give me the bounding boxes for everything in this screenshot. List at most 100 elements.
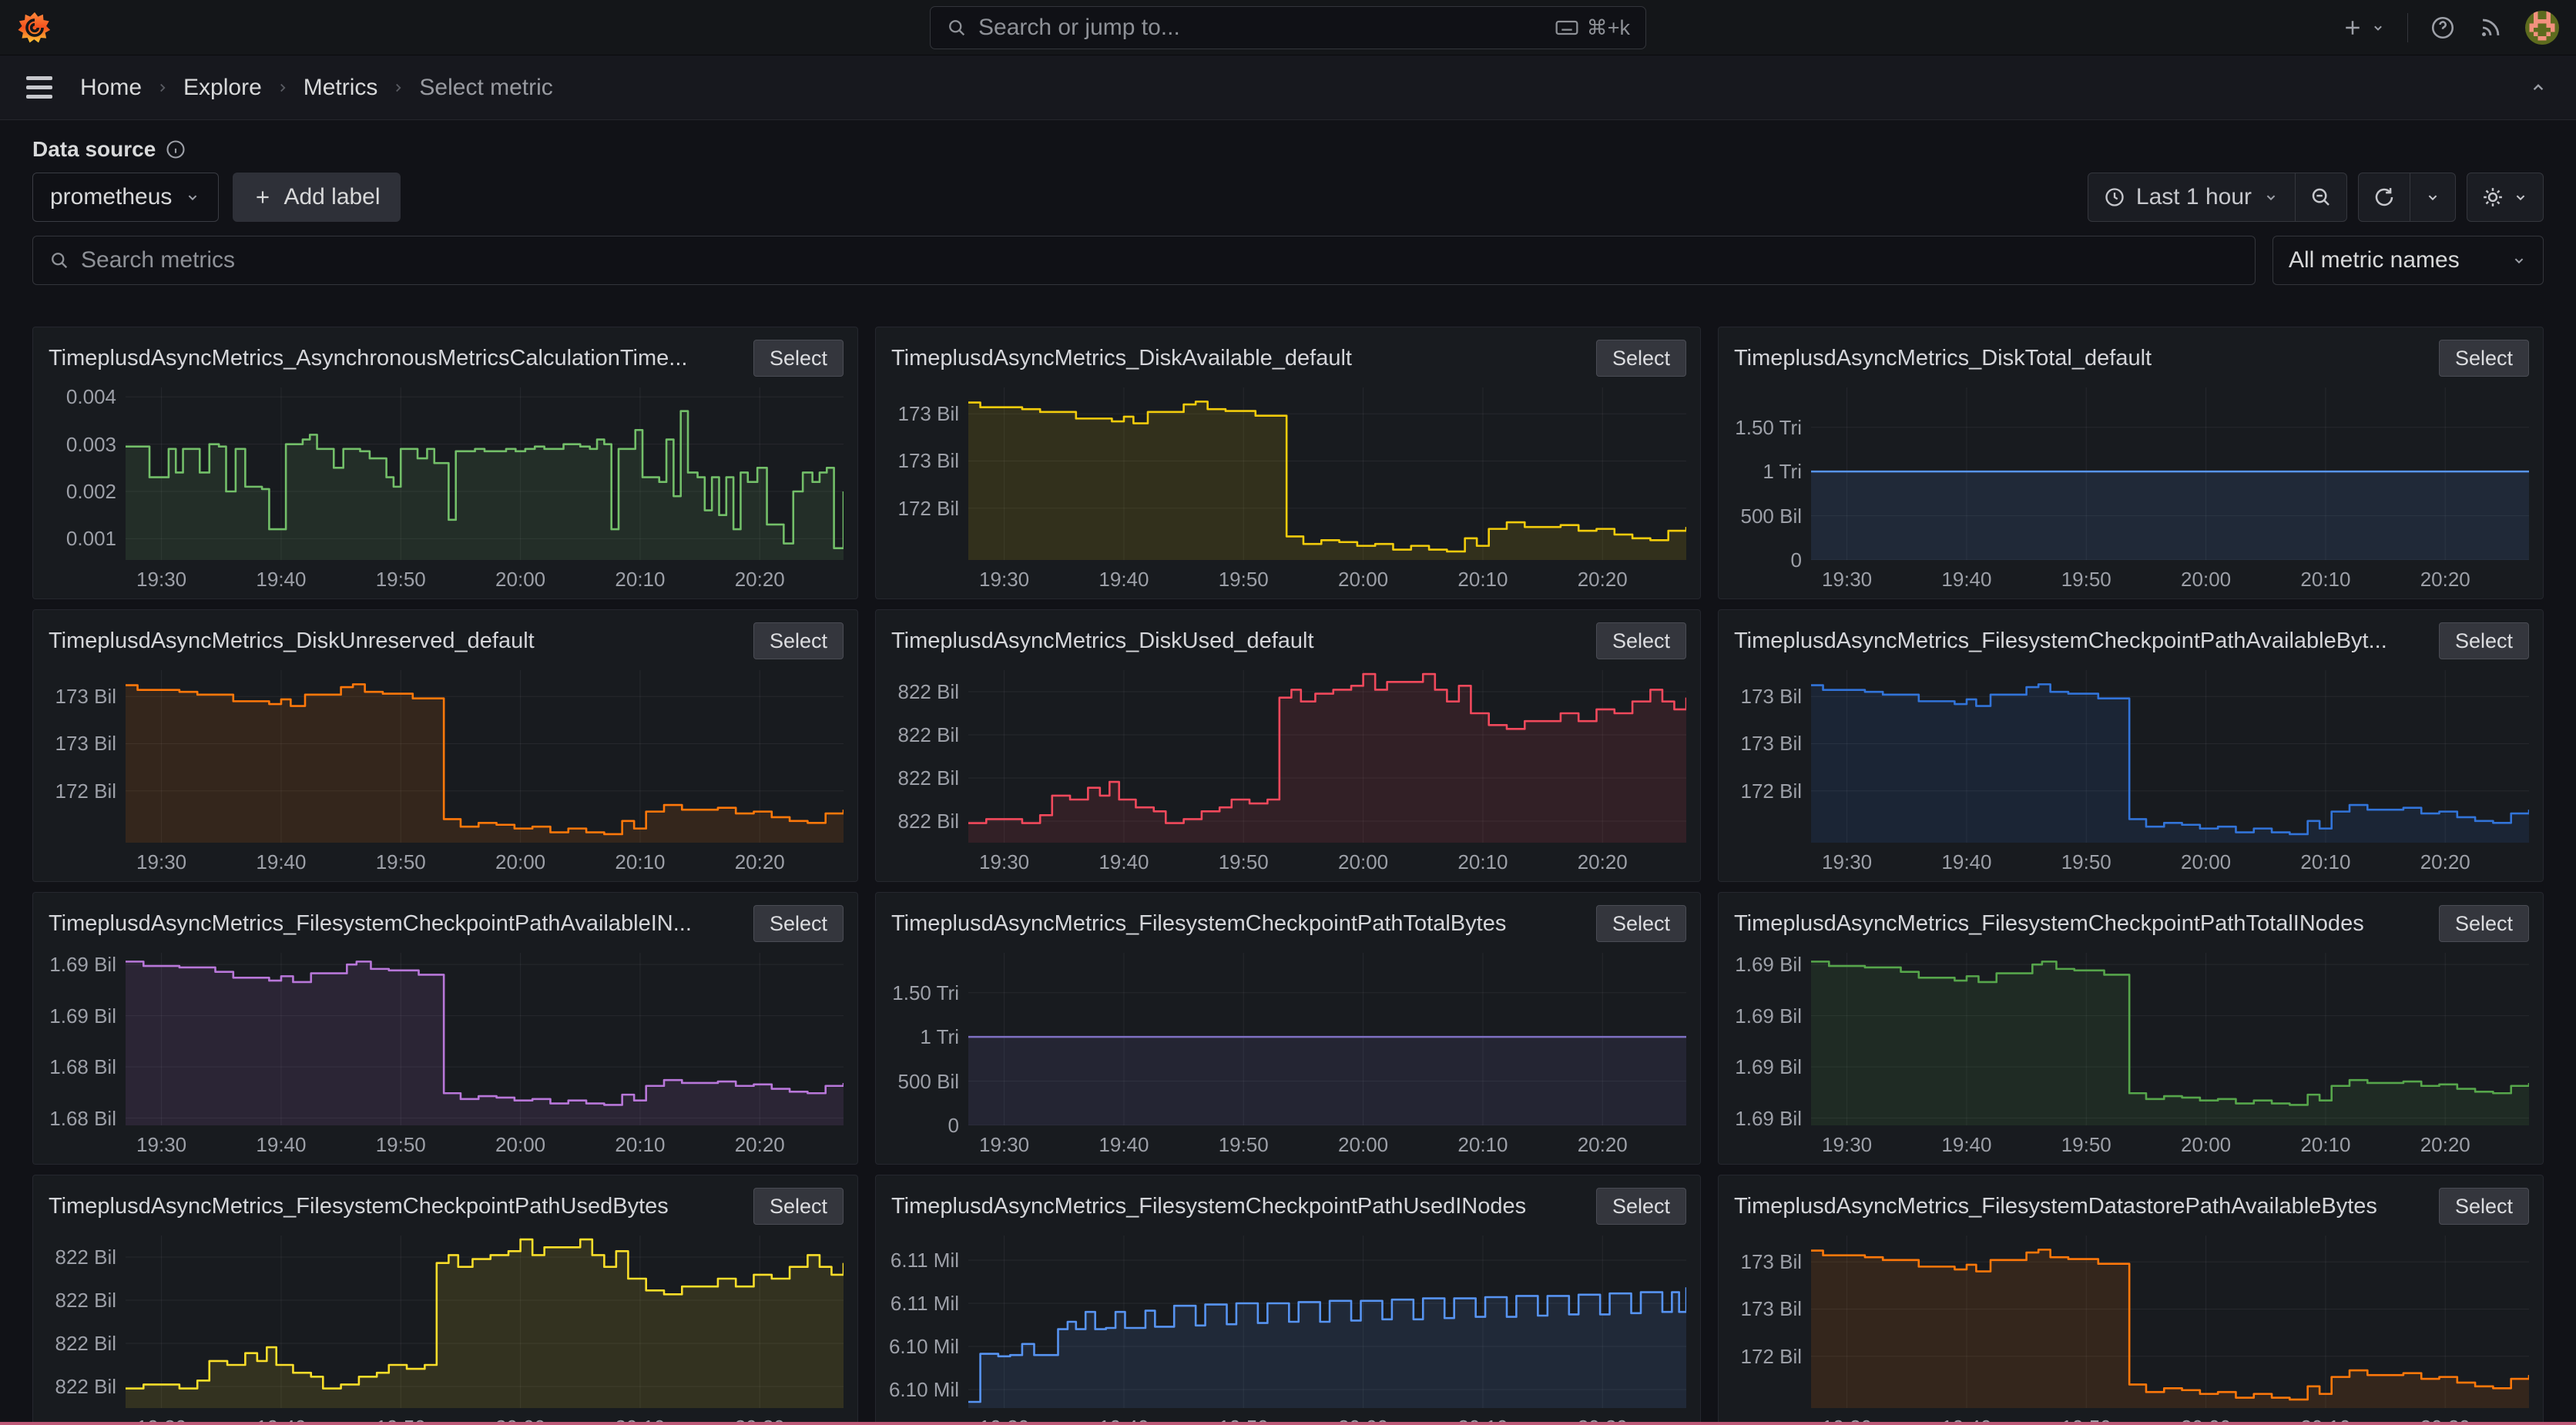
y-tick-label: 1.69 Bil (1735, 1055, 1802, 1079)
time-range-picker[interactable]: Last 1 hour (2088, 173, 2295, 221)
chart-plot-area[interactable] (968, 953, 1686, 1125)
keyboard-shortcut-hint: ⌘+k (1555, 15, 1630, 40)
breadcrumb-home[interactable]: Home (80, 75, 142, 101)
metric-card: TimeplusdAsyncMetrics_FilesystemDatastor… (1718, 1175, 2544, 1425)
refresh-interval-dropdown[interactable] (2410, 173, 2455, 221)
plus-icon (253, 187, 273, 207)
y-tick-label: 173 Bil (1740, 685, 1803, 709)
y-tick-label: 1.50 Tri (1735, 415, 1802, 439)
chart-x-axis: 19:30 19:40 19:50 20:00 20:10 20:20 (968, 1125, 1686, 1159)
select-metric-button[interactable]: Select (1595, 340, 1686, 377)
select-metric-button[interactable]: Select (2438, 622, 2529, 659)
metric-preview-chart: 1.50 Tri 1 Tri 500 Bil 0 19:30 19:40 19:50 20:… (1725, 387, 2529, 594)
chart-x-axis: 19:30 19:40 19:50 20:00 20:10 20:20 (126, 1125, 844, 1159)
x-tick-label: 19:30 (136, 1133, 187, 1156)
select-metric-button[interactable]: Select (2438, 1188, 2529, 1225)
select-metric-button[interactable]: Select (2438, 340, 2529, 377)
data-source-picker[interactable]: prometheus (32, 173, 220, 222)
chart-plot-area[interactable] (126, 953, 844, 1125)
select-metric-button[interactable]: Select (1595, 622, 1686, 659)
help-icon[interactable] (2430, 15, 2456, 41)
y-tick-label: 500 Bil (1740, 504, 1803, 528)
x-tick-label: 19:40 (256, 1133, 307, 1156)
breadcrumb-explore[interactable]: Explore (183, 75, 262, 101)
y-tick-label: 173 Bil (1740, 732, 1803, 756)
user-avatar[interactable] (2525, 11, 2559, 45)
add-label-button[interactable]: Add label (233, 173, 401, 222)
chevron-up-icon[interactable] (2528, 78, 2548, 98)
x-tick-label: 20:00 (2181, 1133, 2232, 1156)
search-metrics-placeholder: Search metrics (81, 247, 236, 273)
chart-plot-area[interactable] (1811, 953, 2529, 1125)
chart-plot-area[interactable] (1811, 1236, 2529, 1408)
x-tick-label: 19:50 (2061, 568, 2111, 591)
y-tick-label: 172 Bil (55, 779, 117, 803)
clock-icon (2104, 186, 2125, 208)
x-tick-label: 20:20 (734, 850, 785, 873)
select-metric-button[interactable]: Select (753, 1188, 844, 1225)
x-tick-label: 20:00 (1338, 568, 1389, 591)
metric-title: TimeplusdAsyncMetrics_FilesystemCheckpoi… (891, 911, 1507, 936)
chart-plot-area[interactable] (968, 1236, 1686, 1408)
chart-x-axis: 19:30 19:40 19:50 20:00 20:10 20:20 (126, 843, 844, 877)
y-tick-label: 1.69 Bil (1735, 953, 1802, 977)
keyboard-icon (1555, 15, 1579, 40)
chart-plot-area[interactable] (126, 670, 844, 843)
x-tick-label: 20:10 (1457, 1133, 1508, 1156)
chart-plot-area[interactable] (126, 387, 844, 560)
metric-names-filter-select[interactable]: All metric names (2272, 236, 2544, 285)
news-rss-icon[interactable] (2477, 15, 2504, 41)
data-source-value: prometheus (50, 184, 173, 210)
y-tick-label: 0 (948, 1114, 959, 1137)
metric-preview-chart: 173 Bil173 Bil172 Bil 19:3019:4019:5020:… (1725, 1236, 2529, 1425)
x-tick-label: 19:50 (1218, 850, 1269, 873)
select-metric-button[interactable]: Select (753, 622, 844, 659)
metric-title: TimeplusdAsyncMetrics_DiskTotal_default (1734, 346, 2152, 370)
select-metric-button[interactable]: Select (753, 340, 844, 377)
refresh-button[interactable] (2359, 173, 2410, 221)
zoom-out-button[interactable] (2296, 173, 2346, 221)
x-tick-label: 19:30 (979, 1133, 1030, 1156)
chart-plot-area[interactable] (968, 387, 1686, 560)
y-tick-label: 173 Bil (55, 732, 117, 756)
settings-button[interactable] (2467, 173, 2543, 221)
add-new-button[interactable] (2341, 16, 2386, 39)
y-tick-label: 822 Bil (897, 810, 960, 833)
chart-y-axis: 173 Bil 173 Bil 172 Bil (1725, 670, 1811, 843)
data-source-label: Data source (32, 137, 156, 161)
grafana-logo-icon[interactable] (17, 10, 52, 45)
chart-y-axis: 173 Bil 173 Bil 172 Bil (39, 670, 126, 843)
chart-y-axis: 173 Bil 173 Bil 172 Bil (1725, 1236, 1811, 1408)
metric-card: TimeplusdAsyncMetrics_FilesystemCheckpoi… (1718, 892, 2544, 1165)
breadcrumb-metrics[interactable]: Metrics (304, 75, 378, 101)
x-tick-label: 20:00 (2181, 568, 2232, 591)
refresh-icon (2373, 186, 2396, 209)
chart-plot-area[interactable] (968, 670, 1686, 843)
select-metric-button[interactable]: Select (753, 905, 844, 942)
menu-icon[interactable] (26, 76, 52, 99)
chart-plot-area[interactable] (1811, 387, 2529, 560)
chart-plot-area[interactable] (1811, 670, 2529, 843)
chart-x-axis: 19:30 19:40 19:50 20:00 20:10 20:20 (1811, 560, 2529, 594)
metric-names-filter-value: All metric names (2289, 247, 2460, 273)
x-tick-label: 19:40 (1098, 850, 1149, 873)
chart-plot-area[interactable] (126, 1236, 844, 1408)
topnav-divider (2407, 13, 2408, 42)
x-tick-label: 19:50 (2061, 1133, 2111, 1156)
y-tick-label: 6.10 Mil (888, 1335, 959, 1358)
metric-card: TimeplusdAsyncMetrics_DiskUsed_default S… (875, 609, 1701, 882)
select-metric-button[interactable]: Select (2438, 905, 2529, 942)
select-metric-button[interactable]: Select (1595, 905, 1686, 942)
y-tick-label: 1.69 Bil (1735, 1106, 1802, 1130)
metric-preview-chart: 1.50 Tri 1 Tri 500 Bil 0 19:30 19:40 19:50 20:… (882, 953, 1686, 1159)
search-metrics-input[interactable]: Search metrics (32, 236, 2256, 285)
global-search-input[interactable]: Search or jump to... ⌘+k (930, 6, 1646, 49)
chart-y-axis: 1.50 Tri 1 Tri 500 Bil 0 (882, 953, 968, 1137)
select-metric-button[interactable]: Select (1595, 1188, 1686, 1225)
y-tick-label: 173 Bil (1740, 1297, 1803, 1321)
zoom-out-icon (2309, 186, 2333, 209)
refresh-group (2358, 173, 2456, 222)
metric-title: TimeplusdAsyncMetrics_FilesystemCheckpoi… (1734, 629, 2387, 653)
x-tick-label: 19:40 (256, 568, 307, 591)
breadcrumb: Home Explore Metrics Select metric (80, 75, 553, 101)
